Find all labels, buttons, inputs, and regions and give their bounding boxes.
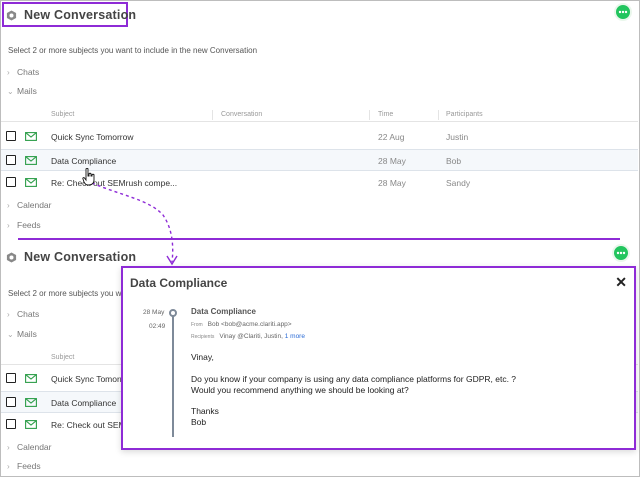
row-checkbox[interactable] — [6, 373, 16, 383]
section-chats[interactable]: › Chats — [7, 67, 39, 77]
table-row[interactable]: Quick Sync Tomorrow 22 Aug Justin — [1, 126, 638, 148]
new-conversation-panel: New Conversation Select 2 or more subjec… — [1, 1, 638, 237]
row-checkbox[interactable] — [6, 177, 16, 187]
more-recipients-link[interactable]: 1 more — [285, 333, 305, 340]
body-greeting: Vinay, — [191, 352, 214, 362]
dialog-title: Data Compliance — [130, 276, 228, 290]
row-participants: Justin — [446, 132, 469, 142]
page-title: New Conversation — [24, 8, 137, 22]
recipients-label: Recipients — [191, 334, 215, 340]
row-subject: Quick Sync Tomorro — [51, 374, 128, 384]
row-time: 28 May — [378, 156, 406, 166]
panel-header: New Conversation — [1, 2, 136, 28]
section-feeds[interactable]: › Feeds — [7, 461, 41, 471]
timeline-dot — [169, 309, 177, 317]
page-title: New Conversation — [24, 250, 137, 264]
column-subject: Subject — [51, 354, 75, 361]
panel-header: New Conversation — [1, 244, 136, 270]
mail-icon — [25, 156, 37, 165]
chat-bubble-icon[interactable] — [612, 244, 630, 262]
chevron-right-icon: › — [7, 67, 10, 77]
row-participants: Sandy — [446, 178, 471, 188]
message-recipients: Recipients Vinay @Clariti, Justin, 1 more — [191, 333, 305, 340]
mail-icon — [25, 420, 37, 429]
chevron-right-icon: › — [7, 309, 10, 319]
row-checkbox[interactable] — [6, 397, 16, 407]
table-row[interactable]: Re: Check out SEMrush compe... 28 May Sa… — [1, 172, 638, 194]
row-subject: Quick Sync Tomorrow — [51, 132, 134, 142]
chevron-down-icon: ⌄ — [7, 329, 14, 339]
message-from: From Bob <bob@acme.clariti.app> — [191, 321, 292, 328]
row-subject: Data Compliance — [51, 156, 117, 166]
hand-cursor-icon — [82, 168, 95, 186]
section-mails[interactable]: ⌄ Mails — [7, 86, 37, 96]
row-subject: Re: Check out SEM — [51, 420, 126, 430]
table-header: Subject Conversation Time Participants — [1, 108, 638, 122]
row-time: 22 Aug — [378, 132, 405, 142]
section-label: Chats — [17, 309, 40, 319]
from-label: From — [191, 322, 203, 328]
row-subject: Data Compliance — [51, 398, 117, 408]
hexagon-icon — [6, 251, 17, 263]
section-mails[interactable]: ⌄ Mails — [7, 329, 37, 339]
hexagon-icon — [6, 9, 17, 21]
body-line: Would you recommend anything we should b… — [191, 385, 409, 395]
column-time: Time — [378, 111, 394, 118]
divider — [18, 238, 620, 240]
instructions-text: Select 2 or more subjects you want to in… — [8, 46, 258, 55]
body-line: Do you know if your company is using any… — [191, 374, 517, 384]
from-value: Bob <bob@acme.clariti.app> — [207, 321, 292, 328]
row-checkbox[interactable] — [6, 155, 16, 165]
message-time: 02:49 — [149, 323, 166, 330]
section-calendar[interactable]: › Calendar — [7, 442, 52, 452]
recipients-value: Vinay @Clariti, Justin, — [219, 333, 283, 340]
message-subject: Data Compliance — [191, 307, 256, 316]
mail-preview-dialog: Data Compliance ✕ 28 May 02:49 Data Comp… — [121, 266, 636, 450]
section-label: Calendar — [17, 442, 52, 452]
row-time: 28 May — [378, 178, 406, 188]
chevron-right-icon: › — [7, 200, 10, 210]
chevron-down-icon: ⌄ — [7, 86, 14, 96]
section-feeds[interactable]: › Feeds — [7, 220, 41, 230]
table-row[interactable]: Data Compliance 28 May Bob — [1, 149, 638, 171]
column-subject: Subject — [51, 111, 75, 118]
section-label: Mails — [17, 86, 37, 96]
mail-icon — [25, 398, 37, 407]
section-label: Feeds — [17, 220, 41, 230]
section-label: Feeds — [17, 461, 41, 471]
mail-icon — [25, 178, 37, 187]
section-label: Chats — [17, 67, 40, 77]
section-label: Calendar — [17, 200, 52, 210]
chat-bubble-icon[interactable] — [614, 3, 632, 21]
row-participants: Bob — [446, 156, 462, 166]
mail-icon — [25, 132, 37, 141]
row-checkbox[interactable] — [6, 131, 16, 141]
body-signoff: Thanks — [191, 406, 219, 416]
chevron-right-icon: › — [7, 220, 10, 230]
column-participants: Participants — [446, 111, 483, 118]
section-chats[interactable]: › Chats — [7, 309, 39, 319]
instructions-text: Select 2 or more subjects you w — [8, 289, 122, 298]
section-label: Mails — [17, 329, 37, 339]
message-date: 28 May — [143, 309, 165, 316]
timeline-line — [172, 312, 174, 437]
chevron-right-icon: › — [7, 442, 10, 452]
body-signature: Bob — [191, 417, 207, 427]
column-conversation: Conversation — [221, 111, 263, 118]
row-checkbox[interactable] — [6, 419, 16, 429]
close-icon[interactable]: ✕ — [615, 275, 627, 289]
section-calendar[interactable]: › Calendar — [7, 200, 52, 210]
mail-icon — [25, 374, 37, 383]
chevron-right-icon: › — [7, 461, 10, 471]
row-subject: Re: Check out SEMrush compe... — [51, 178, 178, 188]
